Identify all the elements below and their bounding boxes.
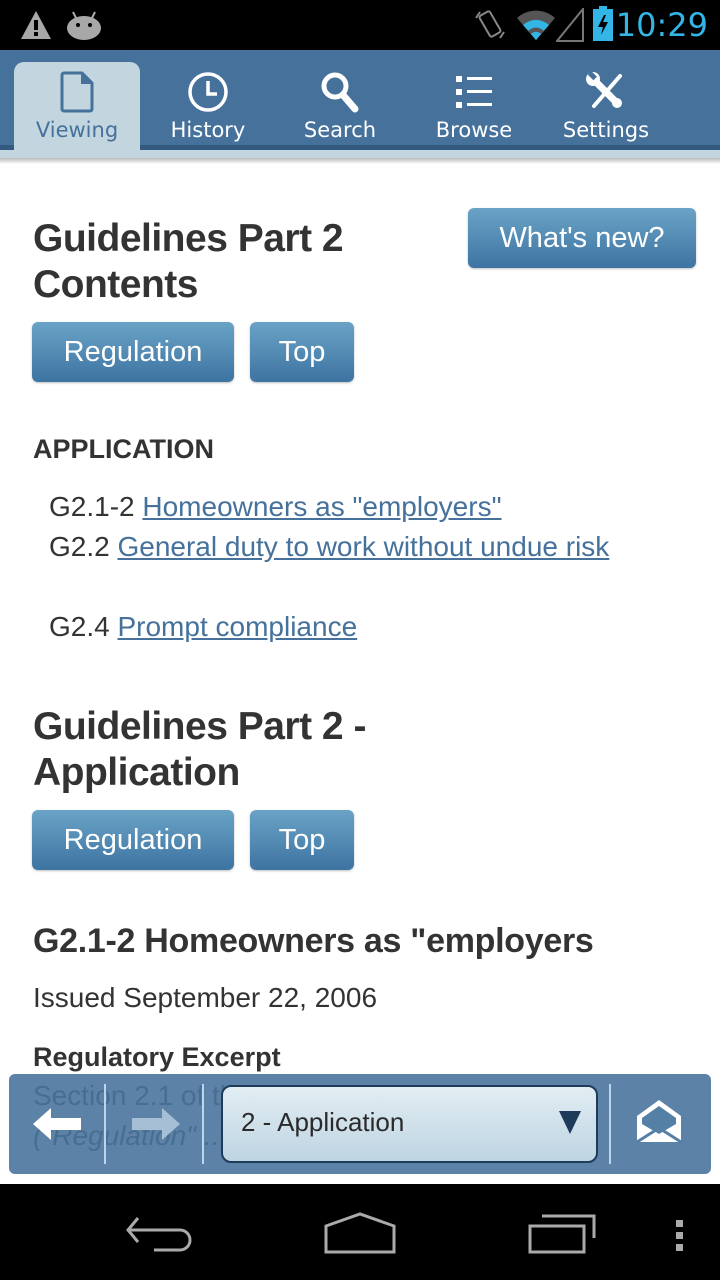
- excerpt-heading: Regulatory Excerpt: [33, 1042, 281, 1072]
- select-value: 2 - Application: [241, 1107, 405, 1137]
- section-label: APPLICATION: [33, 434, 214, 464]
- toc-link[interactable]: General duty to work without undue risk: [117, 531, 609, 562]
- recent-apps-icon[interactable]: [526, 1212, 598, 1256]
- guideline-heading: G2.1-2 Homeowners as "employers: [33, 922, 594, 960]
- tab-label: Viewing: [35, 118, 119, 142]
- chapter-select[interactable]: 2 - Application: [221, 1085, 598, 1163]
- toc-link[interactable]: Homeowners as "employers": [142, 491, 501, 522]
- tab-search[interactable]: Search: [277, 62, 403, 158]
- clock-icon: [188, 72, 228, 112]
- issued-date: Issued September 22, 2006: [33, 982, 378, 1013]
- toc-item: G2.1-2 Homeowners as "employers": [33, 487, 673, 527]
- application-title-line: Application: [33, 751, 240, 794]
- status-bar: 10:29: [0, 0, 720, 50]
- regulation-button[interactable]: Regulation: [32, 810, 234, 870]
- tab-label: History: [170, 118, 246, 142]
- toolbar-separator: [202, 1084, 204, 1164]
- tab-viewing[interactable]: Viewing: [14, 62, 140, 158]
- regulation-button[interactable]: Regulation: [32, 322, 234, 382]
- back-icon[interactable]: [124, 1214, 196, 1254]
- dropdown-arrow-icon: [559, 1111, 581, 1134]
- top-button[interactable]: Top: [250, 810, 354, 870]
- toc-code: G2.2: [49, 531, 110, 562]
- tab-label: Settings: [562, 118, 650, 142]
- back-button[interactable]: [29, 1094, 89, 1154]
- wifi-icon: [517, 10, 555, 40]
- menu-icon[interactable]: [672, 1218, 688, 1254]
- tab-browse[interactable]: Browse: [411, 62, 537, 158]
- email-button[interactable]: [629, 1094, 689, 1154]
- clock-time: 10:29: [615, 6, 708, 44]
- contents-title-line: Guidelines Part 2: [33, 217, 344, 260]
- vibrate-icon: [475, 10, 505, 39]
- forward-button[interactable]: [124, 1094, 184, 1154]
- home-icon[interactable]: [322, 1212, 398, 1256]
- arrow-right-icon: [132, 1108, 180, 1140]
- toc-item: G2.2 General duty to work without undue …: [33, 527, 673, 567]
- bottom-toolbar: 2 - Application: [9, 1074, 711, 1174]
- whats-new-button[interactable]: What's new?: [468, 208, 696, 268]
- toc-code: G2.4: [49, 611, 110, 642]
- top-button[interactable]: Top: [250, 322, 354, 382]
- document-icon: [60, 71, 94, 113]
- tab-label: Search: [303, 118, 377, 142]
- toc-link[interactable]: Prompt compliance: [117, 611, 357, 642]
- toc-item: G2.4 Prompt compliance: [33, 607, 673, 647]
- cell-signal-icon: [556, 8, 584, 42]
- battery-charging-icon: [593, 6, 613, 41]
- toolbar-separator: [104, 1084, 106, 1164]
- arrow-left-icon: [33, 1108, 81, 1140]
- tools-icon: [586, 71, 622, 108]
- contents-title: Guidelines Part 2 Contents: [33, 216, 344, 308]
- search-icon: [321, 72, 359, 113]
- tab-history[interactable]: History: [145, 62, 271, 158]
- toc-code: G2.1-2: [49, 491, 135, 522]
- contents-title-line: Contents: [33, 263, 199, 306]
- application-title: Guidelines Part 2 - Application: [33, 704, 366, 796]
- open-envelope-icon: [636, 1100, 682, 1144]
- tab-settings[interactable]: Settings: [543, 62, 669, 158]
- system-nav-bar: [0, 1184, 720, 1280]
- warning-icon: [21, 11, 51, 39]
- tab-label: Browse: [435, 118, 513, 142]
- list-icon: [456, 76, 492, 108]
- toolbar-separator: [609, 1084, 611, 1164]
- android-debug-icon: [67, 11, 101, 40]
- document-content: Guidelines Part 2 Contents What's new? R…: [0, 164, 720, 1184]
- application-title-line: Guidelines Part 2 -: [33, 705, 366, 748]
